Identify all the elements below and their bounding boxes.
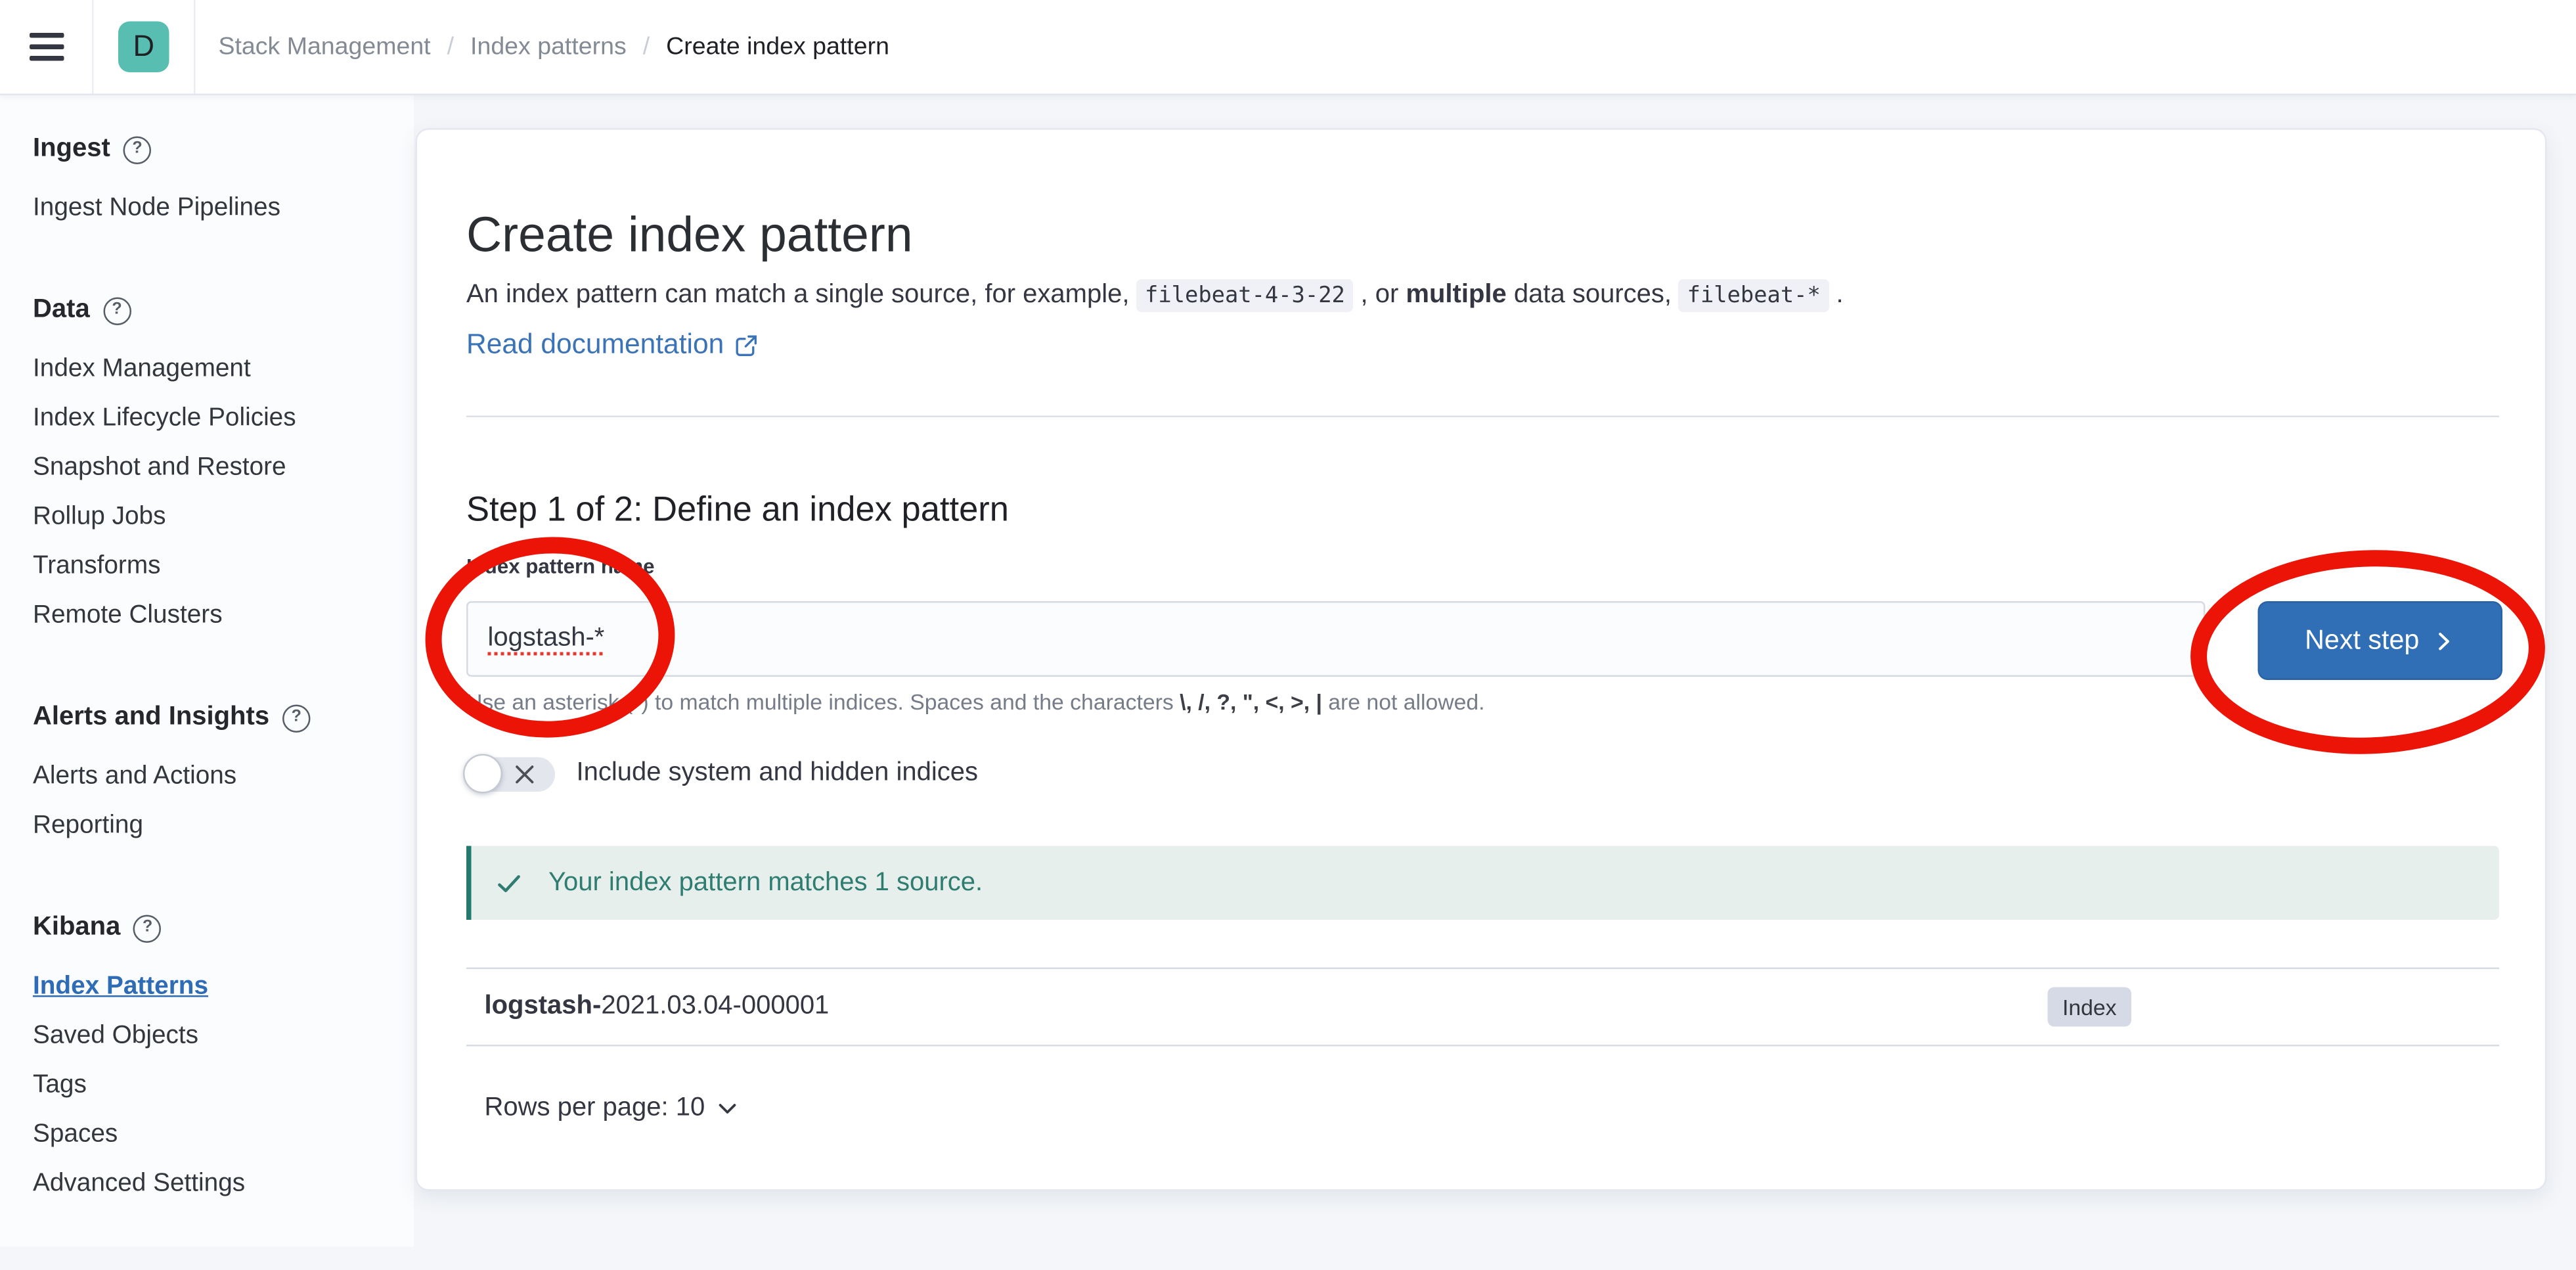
sidebar-section-data: Data ? Index Management Index Lifecycle … bbox=[33, 294, 414, 641]
sidebar-section-title: Alerts and Insights bbox=[33, 702, 269, 735]
breadcrumb-stack-management[interactable]: Stack Management bbox=[219, 33, 431, 61]
check-icon bbox=[495, 868, 524, 897]
code-example-single: filebeat-4-3-22 bbox=[1137, 279, 1354, 312]
management-sidebar: Ingest ? Ingest Node Pipelines Data ? In… bbox=[33, 133, 414, 1270]
sidebar-section-alerts-and-insights: Alerts and Insights ? Alerts and Actions… bbox=[33, 702, 414, 851]
sidebar-section-title: Ingest bbox=[33, 133, 110, 166]
index-name-matched-part: logstash- bbox=[485, 992, 602, 1022]
sidebar-item-index-lifecycle-policies[interactable]: Index Lifecycle Policies bbox=[33, 394, 414, 443]
rows-per-page-label: Rows per page: 10 bbox=[485, 1094, 705, 1123]
sidebar-item-snapshot-and-restore[interactable]: Snapshot and Restore bbox=[33, 443, 414, 493]
helper-part: Use an asterisk (*) to match multiple in… bbox=[466, 690, 1180, 715]
index-name-rest: 2021.03.04-000001 bbox=[601, 992, 829, 1022]
cross-icon bbox=[512, 761, 537, 786]
breadcrumb-separator: / bbox=[643, 33, 650, 61]
menu-button[interactable] bbox=[0, 1, 92, 93]
code-example-wildcard: filebeat-* bbox=[1679, 279, 1829, 312]
next-step-button[interactable]: Next step bbox=[2258, 601, 2503, 680]
sidebar-section-kibana: Kibana ? Index Patterns Saved Objects Ta… bbox=[33, 912, 414, 1210]
index-type-badge: Index bbox=[2048, 987, 2132, 1027]
sidebar-item-alerts-and-actions[interactable]: Alerts and Actions bbox=[33, 752, 414, 802]
index-pattern-name-input[interactable]: logstash-* bbox=[466, 601, 2206, 677]
sidebar-item-index-management[interactable]: Index Management bbox=[33, 345, 414, 394]
sidebar-item-reporting[interactable]: Reporting bbox=[33, 802, 414, 851]
breadcrumb: Stack Management / Index patterns / Crea… bbox=[219, 33, 889, 61]
include-hidden-indices-label: Include system and hidden indices bbox=[577, 759, 978, 788]
hamburger-menu-icon bbox=[29, 33, 64, 61]
rows-per-page-dropdown[interactable]: Rows per page: 10 bbox=[485, 1094, 740, 1123]
sidebar-item-rollup-jobs[interactable]: Rollup Jobs bbox=[33, 493, 414, 542]
kibana-create-index-pattern-page: D Stack Management / Index patterns / Cr… bbox=[0, 0, 2576, 1247]
success-callout: Your index pattern matches 1 source. bbox=[466, 846, 2499, 920]
app-header: D Stack Management / Index patterns / Cr… bbox=[0, 0, 2576, 95]
table-row: logstash-2021.03.04-000001 bbox=[485, 969, 830, 1045]
breadcrumb-current-page: Create index pattern bbox=[666, 33, 889, 61]
sidebar-section-title: Data bbox=[33, 294, 90, 327]
sidebar-item-spaces[interactable]: Spaces bbox=[33, 1110, 414, 1160]
include-hidden-indices-toggle[interactable] bbox=[466, 756, 555, 791]
description-part: An index pattern can match a single sour… bbox=[466, 281, 1137, 309]
sidebar-item-advanced-settings[interactable]: Advanced Settings bbox=[33, 1160, 414, 1209]
help-icon[interactable]: ? bbox=[282, 704, 311, 732]
sidebar-item-remote-clusters[interactable]: Remote Clusters bbox=[33, 591, 414, 641]
helper-part: are not allowed. bbox=[1322, 690, 1485, 715]
helper-forbidden-chars: \, /, ?, ", <, >, | bbox=[1180, 690, 1322, 715]
description-part: data sources, bbox=[1507, 281, 1679, 309]
sidebar-section-title: Kibana bbox=[33, 912, 120, 945]
breadcrumb-separator: / bbox=[447, 33, 454, 61]
chevron-down-icon bbox=[717, 1097, 740, 1120]
sidebar-item-tags[interactable]: Tags bbox=[33, 1061, 414, 1110]
header-divider bbox=[92, 0, 94, 94]
sidebar-section-ingest: Ingest ? Ingest Node Pipelines bbox=[33, 133, 414, 234]
sidebar-item-saved-objects[interactable]: Saved Objects bbox=[33, 1012, 414, 1061]
description-part: , or bbox=[1353, 281, 1406, 309]
step-heading: Step 1 of 2: Define an index pattern bbox=[466, 492, 1009, 532]
sidebar-item-index-patterns[interactable]: Index Patterns bbox=[33, 963, 414, 1012]
sidebar-item-ingest-node-pipelines[interactable]: Ingest Node Pipelines bbox=[33, 184, 414, 233]
header-divider bbox=[194, 0, 196, 94]
index-pattern-input-value: logstash-* bbox=[488, 624, 605, 654]
description-bold: multiple bbox=[1406, 281, 1506, 309]
description-part: . bbox=[1829, 281, 1843, 309]
description-text: An index pattern can match a single sour… bbox=[466, 275, 1844, 317]
include-hidden-indices-row: Include system and hidden indices bbox=[466, 749, 978, 798]
sidebar-item-transforms[interactable]: Transforms bbox=[33, 542, 414, 591]
read-documentation-link[interactable]: Read documentation bbox=[466, 329, 759, 361]
help-icon[interactable]: ? bbox=[123, 135, 152, 164]
space-avatar[interactable]: D bbox=[118, 22, 169, 73]
next-step-button-label: Next step bbox=[2305, 625, 2419, 656]
success-callout-message: Your index pattern matches 1 source. bbox=[548, 868, 983, 897]
create-index-pattern-panel: Create index pattern An index pattern ca… bbox=[416, 128, 2547, 1191]
table-border-bottom bbox=[466, 1045, 2499, 1047]
page-title: Create index pattern bbox=[466, 209, 913, 265]
read-documentation-label: Read documentation bbox=[466, 329, 724, 361]
section-divider bbox=[466, 416, 2499, 418]
index-pattern-name-label: Index pattern name bbox=[466, 555, 655, 578]
breadcrumb-index-patterns[interactable]: Index patterns bbox=[470, 33, 627, 61]
help-icon[interactable]: ? bbox=[133, 914, 162, 942]
chevron-right-icon bbox=[2434, 630, 2456, 652]
toggle-thumb bbox=[463, 753, 502, 792]
input-helper-text: Use an asterisk (*) to match multiple in… bbox=[466, 690, 1485, 715]
help-icon[interactable]: ? bbox=[103, 296, 131, 325]
external-link-icon bbox=[734, 332, 759, 357]
